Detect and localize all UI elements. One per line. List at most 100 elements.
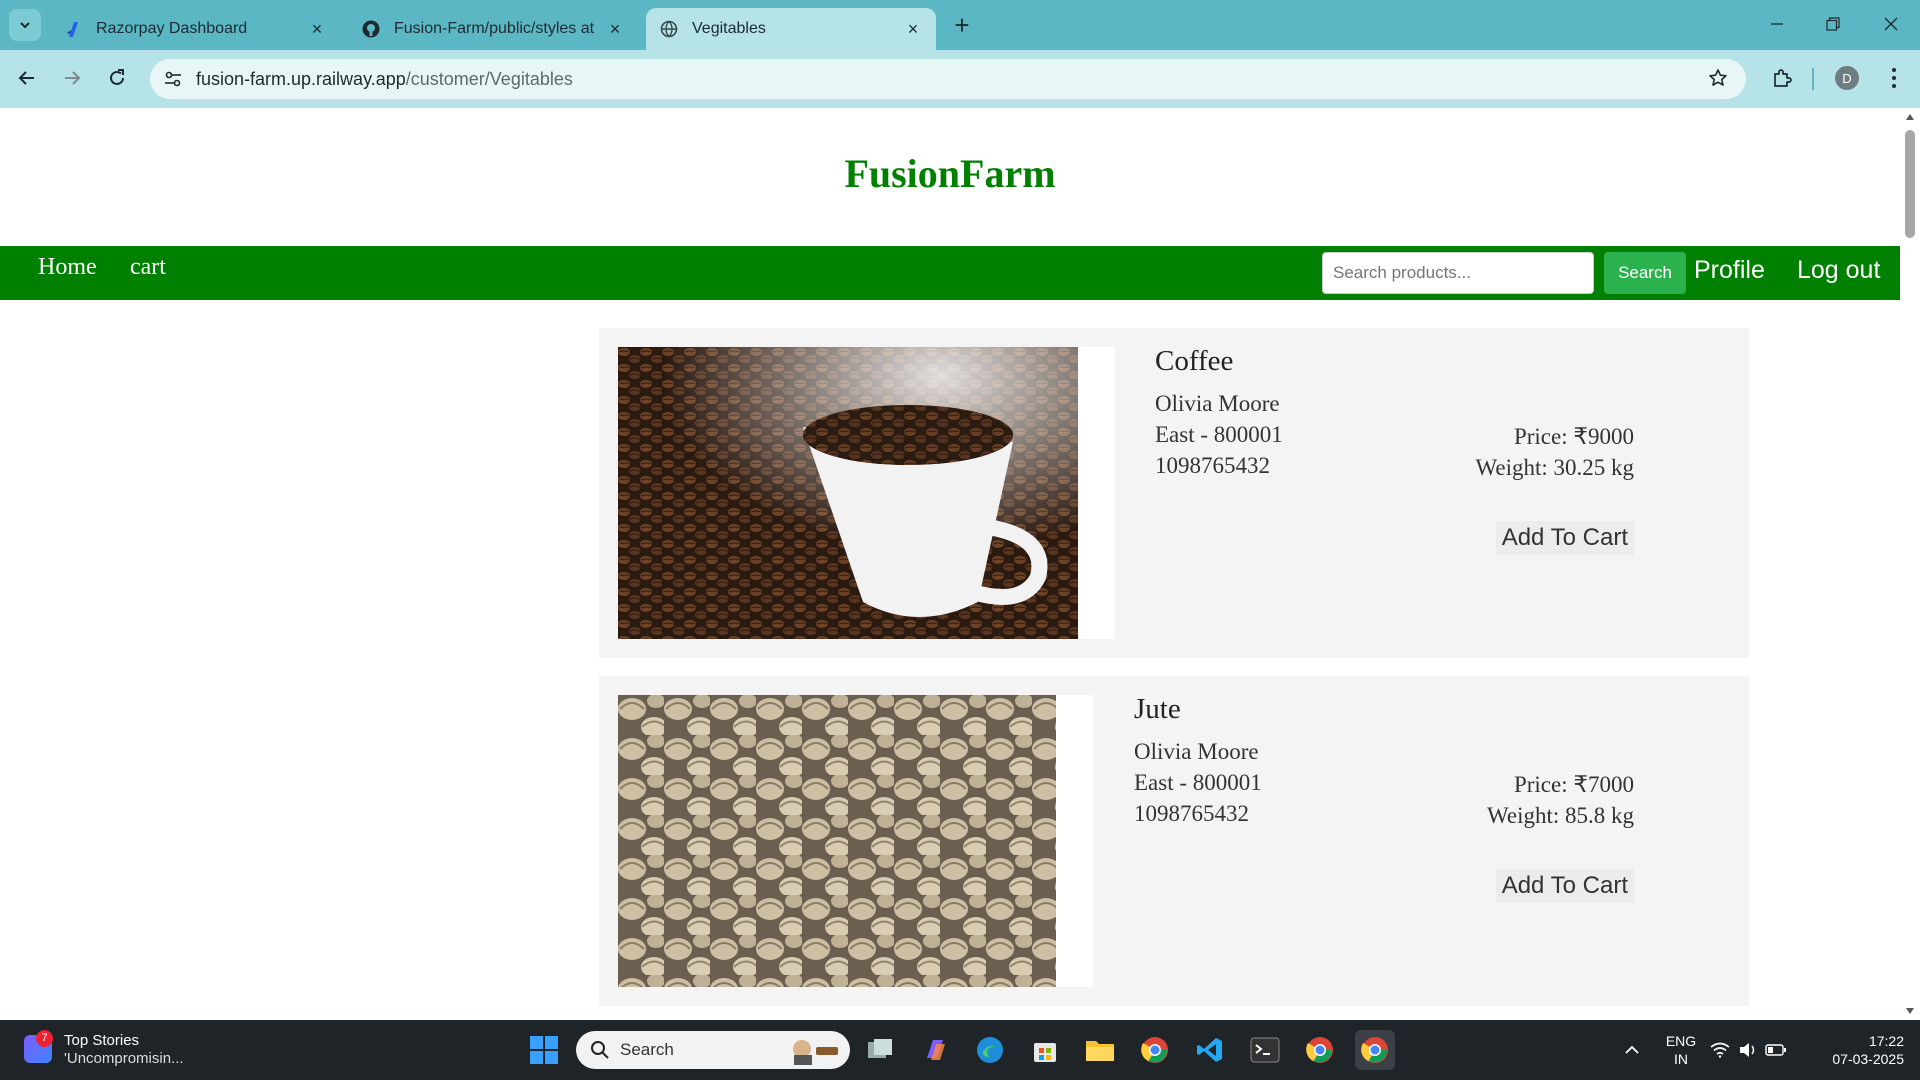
tab-razorpay[interactable]: Razorpay Dashboard × — [50, 8, 340, 50]
product-image-frame — [618, 695, 1093, 987]
product-weight: Weight: 30.25 kg — [1475, 455, 1635, 480]
url-path: /customer/Vegitables — [405, 69, 573, 89]
tab-github[interactable]: Fusion-Farm/public/styles at ma × — [348, 8, 638, 50]
tab-title: Razorpay Dashboard — [96, 20, 248, 37]
url-host: fusion-farm.up.railway.app — [196, 69, 406, 89]
chrome-active-icon[interactable] — [1355, 1030, 1395, 1070]
main-nav: Home cart Search Profile Log out — [0, 246, 1900, 300]
notification-badge: 7 — [36, 1030, 53, 1047]
scroll-down-arrow-icon[interactable] — [1905, 1006, 1915, 1016]
github-icon — [362, 20, 380, 38]
razorpay-icon — [64, 20, 82, 38]
search-input[interactable] — [1322, 252, 1594, 294]
seller-location: East - 800001 — [1134, 770, 1262, 795]
profile-avatar[interactable]: D — [1835, 66, 1859, 90]
volume-icon[interactable] — [1733, 1030, 1763, 1070]
more-menu-icon[interactable] — [1882, 64, 1906, 92]
product-name: Coffee — [1155, 345, 1234, 377]
tab-vegitables[interactable]: Vegitables × — [646, 8, 936, 50]
language-indicator[interactable]: ENG IN — [1660, 1032, 1702, 1068]
product-name: Jute — [1134, 693, 1181, 725]
taskbar-search-label: Search — [620, 1040, 674, 1059]
chevron-down-icon — [20, 22, 30, 29]
seller-name: Olivia Moore — [1155, 391, 1280, 416]
site-info-icon[interactable] — [162, 68, 184, 90]
bookmark-star-icon[interactable] — [1706, 66, 1730, 90]
product-seller-info: Olivia Moore East - 800001 1098765432 — [1155, 388, 1283, 481]
edge-icon[interactable] — [970, 1030, 1010, 1070]
task-view-icon[interactable] — [860, 1030, 900, 1070]
show-hidden-icons[interactable] — [1612, 1030, 1652, 1070]
minimize-icon[interactable] — [1762, 12, 1792, 36]
jute-image — [618, 695, 1056, 987]
product-price-info: Price: ₹9000 Weight: 30.25 kg — [1476, 421, 1635, 483]
chrome-icon[interactable] — [1135, 1030, 1175, 1070]
add-to-cart-button[interactable]: Add To Cart — [1495, 869, 1634, 903]
clock[interactable]: 17:22 07-03-2025 — [1810, 1032, 1904, 1068]
close-icon[interactable]: × — [606, 19, 624, 39]
windows-taskbar: 7 Top Stories 'Uncompromisin... Search E… — [0, 1020, 1920, 1080]
coffee-image — [618, 347, 1078, 639]
seller-phone: 1098765432 — [1134, 801, 1249, 826]
new-tab-button[interactable]: + — [950, 12, 974, 38]
extensions-icon[interactable] — [1768, 64, 1796, 92]
tab-title: Fusion-Farm/public/styles at ma — [394, 20, 598, 37]
microsoft-store-icon[interactable] — [1025, 1030, 1065, 1070]
toolbar-separator — [1812, 68, 1814, 90]
page-viewport: FusionFarm Home cart Search Profile Log … — [0, 108, 1920, 1020]
search-icon — [591, 1041, 609, 1059]
add-to-cart-button[interactable]: Add To Cart — [1495, 521, 1634, 555]
terminal-icon[interactable] — [1245, 1030, 1285, 1070]
product-card: Jute Olivia Moore East - 800001 10987654… — [599, 676, 1749, 1006]
close-icon[interactable]: × — [308, 19, 326, 39]
region-code: IN — [1674, 1051, 1688, 1067]
vscode-icon[interactable] — [1190, 1030, 1230, 1070]
reload-button[interactable] — [101, 62, 133, 94]
close-window-icon[interactable] — [1876, 12, 1906, 36]
nav-cart-link[interactable]: cart — [130, 254, 166, 281]
scroll-up-arrow-icon[interactable] — [1905, 112, 1915, 122]
windows-start-icon[interactable] — [524, 1030, 564, 1070]
news-title: Top Stories — [64, 1032, 140, 1049]
search-button[interactable]: Search — [1604, 252, 1686, 294]
forward-button[interactable] — [56, 62, 88, 94]
news-subtitle: 'Uncompromisin... — [64, 1050, 184, 1067]
scrollbar-thumb[interactable] — [1905, 130, 1915, 238]
nav-profile-link[interactable]: Profile — [1694, 256, 1765, 285]
page-scrollbar[interactable] — [1900, 108, 1920, 1020]
browser-tab-bar: Razorpay Dashboard × Fusion-Farm/public/… — [0, 0, 1920, 50]
language-code: ENG — [1665, 1033, 1697, 1049]
seller-location: East - 800001 — [1155, 422, 1283, 447]
nav-logout-link[interactable]: Log out — [1797, 256, 1880, 285]
close-icon[interactable]: × — [904, 19, 922, 39]
product-seller-info: Olivia Moore East - 800001 1098765432 — [1134, 736, 1262, 829]
reload-icon — [110, 69, 124, 85]
product-price: Price: ₹7000 — [1513, 772, 1634, 797]
restore-icon[interactable] — [1818, 12, 1848, 36]
tab-search-button[interactable] — [9, 9, 41, 41]
copilot-icon[interactable] — [915, 1030, 955, 1070]
product-price: Price: ₹9000 — [1513, 424, 1634, 449]
news-widget[interactable]: 7 Top Stories 'Uncompromisin... — [20, 1030, 220, 1070]
nav-home-link[interactable]: Home — [38, 254, 97, 281]
battery-icon[interactable] — [1761, 1030, 1791, 1070]
search-highlight-icon — [793, 1040, 838, 1065]
url-text[interactable]: fusion-farm.up.railway.app/customer/Vegi… — [196, 69, 573, 90]
chrome-profile-icon[interactable] — [1300, 1030, 1340, 1070]
clock-date: 07-03-2025 — [1832, 1051, 1904, 1067]
arrow-left-icon — [18, 71, 34, 85]
arrow-right-icon — [65, 71, 81, 85]
product-image-frame — [618, 347, 1115, 639]
globe-icon — [660, 20, 678, 38]
back-button[interactable] — [11, 62, 43, 94]
file-explorer-icon[interactable] — [1080, 1030, 1120, 1070]
tab-title: Vegitables — [692, 20, 766, 37]
seller-name: Olivia Moore — [1134, 739, 1259, 764]
product-weight: Weight: 85.8 kg — [1487, 803, 1634, 828]
product-card: Coffee Olivia Moore East - 800001 109876… — [599, 328, 1749, 658]
site-title: FusionFarm — [844, 151, 1056, 196]
seller-phone: 1098765432 — [1155, 453, 1270, 478]
wifi-icon[interactable] — [1705, 1030, 1735, 1070]
taskbar-search[interactable]: Search — [576, 1031, 850, 1069]
clock-time: 17:22 — [1868, 1033, 1904, 1049]
